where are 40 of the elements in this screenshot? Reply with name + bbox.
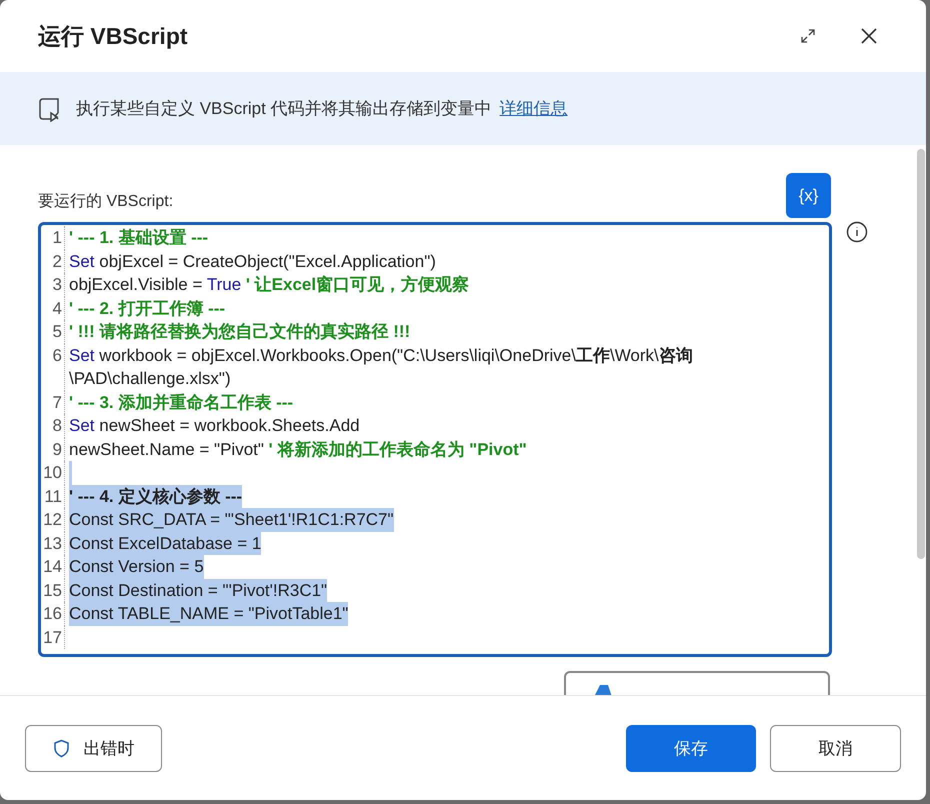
code-line: ' --- 2. 打开工作簿 ---	[69, 298, 226, 320]
line-number: 16	[41, 602, 65, 626]
shield-icon	[52, 739, 70, 758]
line-number: 12	[41, 508, 65, 532]
expand-icon[interactable]	[800, 28, 816, 44]
code-line: objExcel.Visible = True ' 让Excel窗口可见，方便观察	[69, 274, 470, 296]
info-icon[interactable]	[846, 221, 868, 243]
line-number: 17	[41, 626, 65, 649]
line-number: 6	[41, 344, 65, 390]
line-number: 8	[41, 414, 65, 438]
line-number: 15	[41, 578, 65, 602]
save-button[interactable]: 保存	[626, 725, 756, 772]
line-number: 13	[41, 532, 65, 555]
line-number: 5	[41, 320, 65, 344]
line-number: 14	[41, 555, 65, 578]
line-number: 2	[41, 250, 65, 273]
field-label: 要运行的 VBScript:	[38, 192, 174, 212]
line-number: 11	[41, 484, 65, 508]
window-title: 运行 VBScript	[38, 22, 188, 51]
line-number: 4	[41, 296, 65, 320]
banner-text: 执行某些自定义 VBScript 代码并将其输出存储到变量中	[76, 98, 492, 120]
code-line: Set objExcel = CreateObject("Excel.Application")	[69, 250, 436, 272]
code-line: Set newSheet = workbook.Sheets.Add	[69, 415, 360, 437]
variable-button[interactable]: {x}	[786, 173, 831, 218]
code-line: Set workbook = objExcel.Workbooks.Open("C:\Users\liqi\OneDrive\工作\Work\咨询\PAD\challenge.xlsx")	[69, 344, 694, 390]
code-line: ' --- 3. 添加并重命名工作表 ---	[69, 392, 294, 414]
details-link[interactable]: 详细信息	[500, 96, 568, 122]
code-editor[interactable]	[38, 222, 832, 657]
code-line: ' !!! 请将路径替换为您自己文件的真实路径 !!!	[69, 321, 410, 343]
code-line: newSheet.Name = "Pivot" ' 将新添加的工作表命名为 "Pivot"	[69, 438, 527, 460]
line-number: 7	[41, 390, 65, 414]
line-number: 3	[41, 273, 65, 296]
close-icon[interactable]	[860, 27, 878, 45]
line-number: 9	[41, 438, 65, 461]
cancel-button[interactable]: 取消	[770, 725, 901, 772]
line-number: 10	[41, 461, 65, 484]
line-number: 1	[41, 226, 65, 250]
scrollbar[interactable]	[917, 149, 925, 559]
code-line: ' --- 1. 基础设置 ---	[69, 227, 208, 249]
on-error-button[interactable]: 出错时	[25, 725, 162, 772]
